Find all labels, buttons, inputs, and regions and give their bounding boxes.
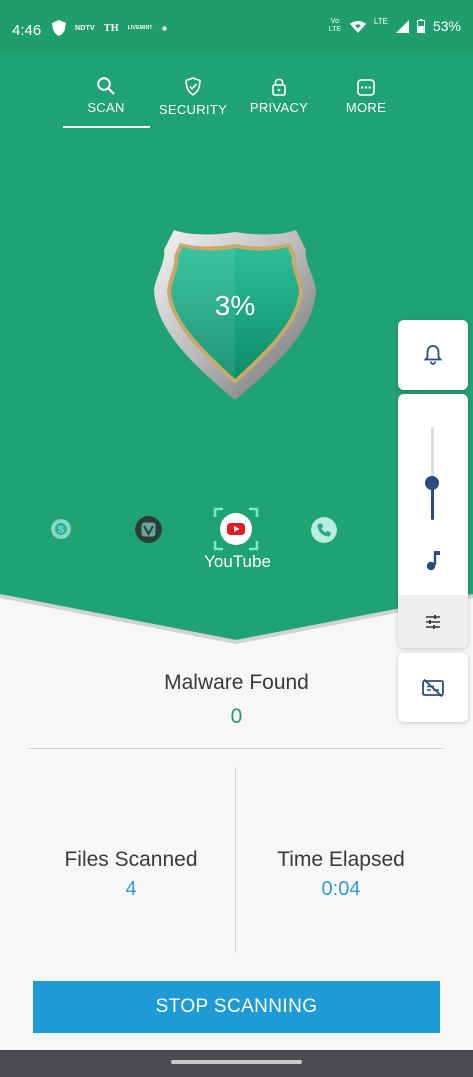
tab-privacy[interactable]: PRIVACY (234, 70, 324, 115)
tab-privacy-label: PRIVACY (249, 100, 309, 115)
status-time: 4:46 (12, 22, 42, 39)
files-scanned-value: 4 (125, 878, 137, 900)
news-notification-icon: LIVEMINT (127, 25, 153, 31)
tab-bar: SCAN SECURITY PRIVACY MORE (0, 70, 473, 130)
media-volume-panel (398, 394, 468, 648)
music-note-icon (426, 551, 440, 571)
jiosaavn-icon (135, 516, 162, 543)
more-icon (357, 79, 375, 96)
results-divider (28, 748, 444, 749)
volume-slider-thumb[interactable] (425, 476, 439, 490)
time-elapsed-value: 0:04 (321, 878, 361, 900)
scan-frame-icon (213, 507, 259, 551)
status-right: Vo LTE LTE 53% (328, 17, 461, 35)
ndtv-notification-icon: NDTV (75, 24, 95, 32)
caption-off-icon (422, 678, 444, 697)
battery-icon (416, 19, 425, 33)
volume-settings-button[interactable] (398, 595, 468, 648)
battery-percent: 53% (432, 18, 461, 34)
scan-progress-text: 3% (214, 290, 256, 321)
bell-icon (423, 345, 443, 365)
dot-icon (161, 25, 167, 31)
tab-scan-label: SCAN (87, 100, 125, 115)
shield-notification-icon (52, 20, 66, 36)
tab-more[interactable]: MORE (321, 70, 411, 115)
current-app-scanner (213, 507, 259, 551)
signal-icon (395, 19, 409, 33)
stop-scanning-button[interactable]: STOP SCANNING (33, 981, 440, 1033)
scan-progress-shield: 3% (152, 228, 318, 404)
lte-icon: LTE (373, 17, 388, 26)
tab-more-label: MORE (345, 100, 387, 115)
tab-security-label: SECURITY (158, 102, 228, 117)
tune-icon (426, 614, 440, 629)
navigation-bar (0, 1050, 473, 1077)
wifi-icon (349, 20, 366, 33)
live-caption-button[interactable] (398, 653, 468, 722)
phone-icon (311, 517, 337, 543)
tab-security[interactable]: SECURITY (148, 70, 238, 117)
ringer-mode-button[interactable] (398, 320, 468, 390)
skype-icon: S (51, 519, 71, 539)
files-scanned-title: Files Scanned (64, 848, 198, 871)
status-bar: 4:46 NDTV TH LIVEMINT Vo LTE LTE 53% (0, 0, 473, 52)
notification-icons: NDTV TH LIVEMINT (52, 20, 167, 36)
search-icon (97, 77, 115, 95)
active-tab-indicator (63, 126, 150, 128)
svg-text:S: S (58, 525, 64, 535)
th-notification-icon: TH (103, 22, 119, 34)
lock-icon (272, 78, 286, 96)
time-elapsed-title: Time Elapsed (277, 848, 405, 871)
home-gesture-handle[interactable] (171, 1060, 302, 1064)
volte-icon: Vo LTE (328, 18, 342, 33)
shield-check-icon (185, 77, 201, 96)
tab-scan[interactable]: SCAN (61, 70, 151, 115)
